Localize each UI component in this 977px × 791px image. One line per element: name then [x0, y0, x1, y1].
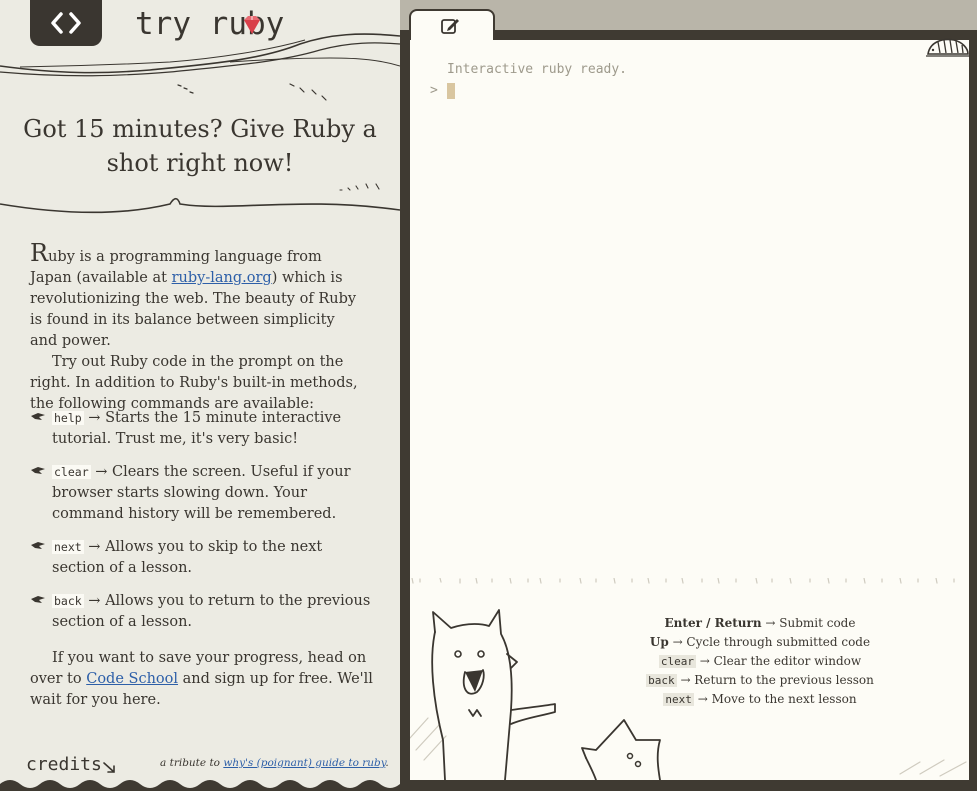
edit-icon	[441, 19, 459, 34]
sidebar: try ruby Got 15 minutes? Give Ruby a sho…	[0, 0, 400, 791]
shortcut-key: Up	[649, 635, 669, 649]
shortcut-desc: → Submit code	[761, 616, 856, 630]
list-item: help → Starts the 15 minute interactive …	[30, 408, 375, 450]
intro-text: Ruby is a programming language from Japa…	[30, 241, 360, 415]
list-item: next → Allows you to skip to the next se…	[30, 537, 375, 579]
tribute-note: a tribute to why's (poignant) guide to r…	[160, 757, 389, 769]
tribute-prefix: a tribute to	[160, 757, 224, 769]
shortcut-row: Up → Cycle through submitted code	[560, 633, 960, 652]
pointing-hand-icon	[31, 596, 45, 603]
command-desc: → Allows you to return to the previous s…	[52, 593, 371, 630]
list-item: back → Allows you to return to the previ…	[30, 591, 375, 633]
ruby-lang-link[interactable]: ruby-lang.org	[172, 270, 272, 286]
intro-paragraph-2: Try out Ruby code in the prompt on the r…	[30, 354, 358, 412]
shortcut-desc: → Move to the next lesson	[693, 692, 857, 706]
poignant-guide-link[interactable]: why's (poignant) guide to ruby	[223, 757, 385, 769]
shortcut-row: Enter / Return → Submit code	[560, 614, 960, 633]
code-school-link[interactable]: Code School	[86, 671, 178, 687]
shortcut-row: back → Return to the previous lesson	[560, 671, 960, 690]
cat-illustration	[431, 609, 556, 780]
command-desc: → Allows you to skip to the next section…	[52, 539, 323, 576]
shortcut-desc: → Return to the previous lesson	[676, 673, 874, 687]
command-desc: → Clears the screen. Useful if your brow…	[52, 464, 351, 522]
command-list: help → Starts the 15 minute interactive …	[30, 408, 375, 645]
pointing-hand-icon	[31, 467, 45, 474]
arrow-icon	[103, 762, 115, 773]
shortcut-key: back	[646, 674, 677, 687]
shortcut-key: next	[663, 693, 694, 706]
bug-icon	[926, 38, 970, 57]
command-code: next	[52, 540, 84, 554]
command-code: help	[52, 411, 84, 425]
pointing-hand-icon	[31, 542, 45, 549]
console-ready-message: Interactive ruby ready.	[447, 62, 628, 77]
shortcut-desc: → Clear the editor window	[695, 654, 862, 668]
command-code: back	[52, 594, 84, 608]
command-desc: → Starts the 15 minute interactive tutor…	[52, 410, 342, 447]
bottom-wave	[0, 780, 400, 791]
shortcut-row: clear → Clear the editor window	[560, 652, 960, 671]
small-cat-illustration	[581, 719, 661, 780]
tribute-suffix: .	[385, 757, 389, 769]
console-prompt: >	[430, 83, 438, 98]
dropcap: R	[30, 239, 49, 267]
credits-link[interactable]: credits	[26, 754, 102, 775]
console-input[interactable]	[447, 83, 455, 99]
command-code: clear	[52, 465, 91, 479]
shortcut-key: clear	[658, 655, 696, 668]
shortcut-desc: → Cycle through submitted code	[668, 635, 871, 649]
list-item: clear → Clears the screen. Useful if you…	[30, 462, 375, 525]
pointing-hand-icon	[31, 413, 45, 420]
shortcut-help: Enter / Return → Submit code Up → Cycle …	[560, 614, 960, 709]
header-sketch	[0, 33, 400, 101]
shortcut-row: next → Move to the next lesson	[560, 690, 960, 709]
headline: Got 15 minutes? Give Ruby a shot right n…	[23, 115, 377, 177]
save-progress-note: If you want to save your progress, head …	[30, 648, 375, 711]
shortcut-key: Enter / Return	[664, 616, 762, 630]
headline-divider	[0, 183, 400, 214]
